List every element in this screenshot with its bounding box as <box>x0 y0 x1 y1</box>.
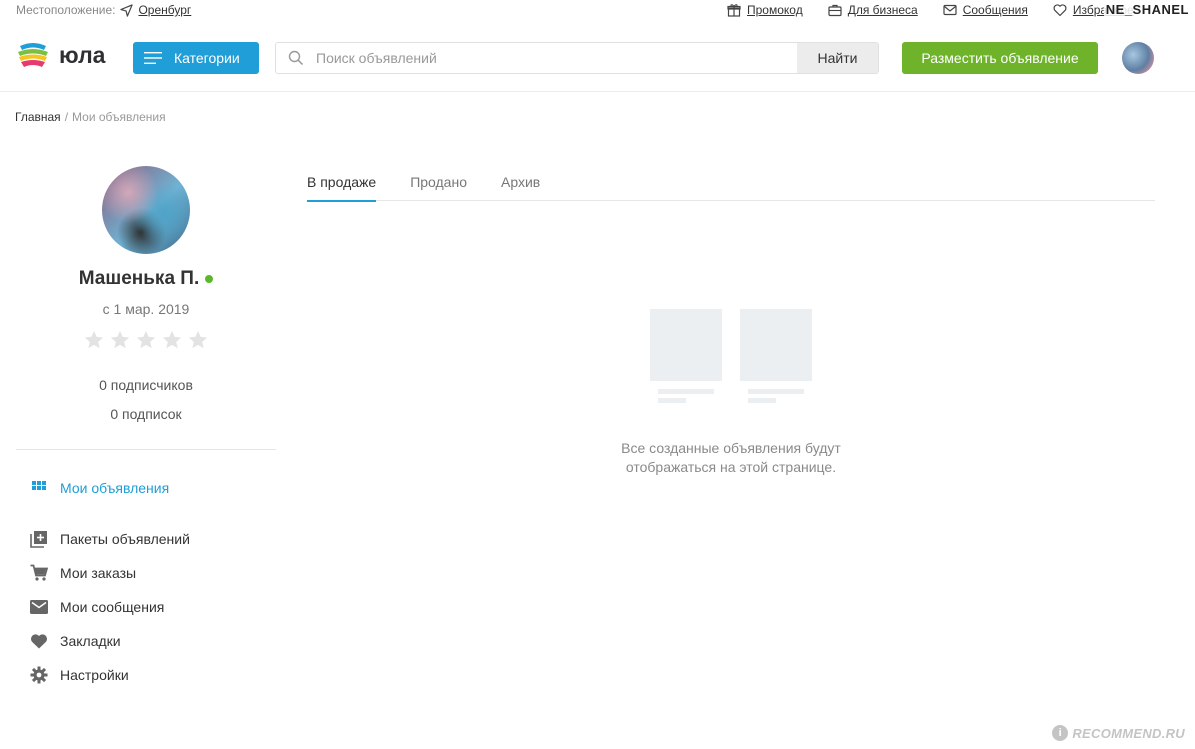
top-links: Промокод Для бизнеса Сообщения Избранное <box>727 3 1159 17</box>
tab-on-sale[interactable]: В продаже <box>307 162 377 202</box>
watermark-recommend: i RECOMMEND.RU <box>1052 725 1185 741</box>
library-add-icon <box>30 530 48 548</box>
sidebar-item-label: Мои объявления <box>60 480 170 496</box>
promo-link[interactable]: Промокод <box>727 3 803 17</box>
ads-tabs: В продаже Продано Архив <box>307 162 1155 202</box>
site-header: юла Категории Найти Разместить объявлени… <box>0 22 1195 92</box>
location-arrow-icon <box>120 3 134 17</box>
location-city-link[interactable]: Оренбург <box>138 3 191 17</box>
star-icon <box>188 330 208 349</box>
empty-state: Все созданные объявления будут отображат… <box>580 309 882 477</box>
watermark-recommend-text: RECOMMEND.RU <box>1072 725 1185 741</box>
envelope-icon <box>943 4 957 16</box>
search-bar: Найти <box>275 42 879 74</box>
menu-icon <box>144 52 162 64</box>
rating-stars <box>16 329 276 351</box>
sidebar-item-label: Закладки <box>60 633 121 649</box>
sidebar-item-label: Мои заказы <box>60 565 137 581</box>
categories-button[interactable]: Категории <box>133 42 259 74</box>
messages-link[interactable]: Сообщения <box>943 3 1028 17</box>
online-status-indicator <box>205 275 214 283</box>
profile-card: Машенька П. с 1 мар. 2019 0 подписчиков … <box>16 166 276 429</box>
empty-placeholder-illustration <box>650 309 812 405</box>
youla-logo-icon <box>18 43 48 67</box>
following-count-link[interactable]: 0 подписок <box>16 400 276 429</box>
recommend-logo-icon: i <box>1052 725 1069 741</box>
location-selector[interactable]: Местоположение: Оренбург <box>16 3 191 17</box>
cart-icon <box>30 564 48 582</box>
profile-avatar[interactable] <box>102 166 190 254</box>
breadcrumb: Главная / Мои объявления <box>15 110 166 124</box>
sidebar-item-label: Настройки <box>60 667 129 683</box>
messages-link-label: Сообщения <box>962 3 1028 17</box>
user-avatar-button[interactable] <box>1122 42 1154 74</box>
logo-text: юла <box>59 41 106 68</box>
search-icon <box>276 50 316 66</box>
top-bar: Местоположение: Оренбург Промокод Для би… <box>0 0 1195 22</box>
post-ad-button[interactable]: Разместить объявление <box>902 42 1098 74</box>
business-link[interactable]: Для бизнеса <box>828 3 918 17</box>
sidebar-item-label: Пакеты объявлений <box>60 531 190 547</box>
location-label: Местоположение: <box>16 3 116 17</box>
tab-archive[interactable]: Архив <box>501 162 540 201</box>
sidebar-item-label: Мои сообщения <box>60 599 165 615</box>
sidebar-item-my-ads[interactable]: Мои объявления <box>30 474 270 502</box>
search-submit-button[interactable]: Найти <box>797 43 878 73</box>
empty-state-line-1: Все созданные объявления будут <box>621 440 841 456</box>
followers-count-link[interactable]: 0 подписчиков <box>16 371 276 400</box>
member-since: с 1 мар. 2019 <box>102 301 190 317</box>
mail-icon <box>30 598 48 616</box>
star-icon <box>110 330 130 349</box>
breadcrumb-separator: / <box>64 110 69 124</box>
gear-icon <box>30 666 48 684</box>
gift-icon <box>727 4 741 17</box>
breadcrumb-current: Мои объявления <box>72 110 166 124</box>
grid-icon <box>30 479 48 497</box>
star-icon <box>136 330 156 349</box>
tab-sold[interactable]: Продано <box>410 162 467 201</box>
business-link-label: Для бизнеса <box>847 3 918 17</box>
heart-icon <box>1053 4 1067 17</box>
search-input[interactable] <box>316 43 797 73</box>
star-icon <box>162 330 182 349</box>
promo-link-label: Промокод <box>747 3 803 17</box>
watermark-username: NE_SHANEL <box>1103 2 1191 17</box>
categories-button-label: Категории <box>174 50 240 66</box>
logo[interactable]: юла <box>16 40 105 70</box>
empty-state-line-2: отображаться на этой странице. <box>625 459 837 475</box>
profile-name-row: Машенька П. <box>16 268 276 290</box>
profile-divider <box>16 449 276 450</box>
breadcrumb-home-link[interactable]: Главная <box>15 110 61 124</box>
briefcase-icon <box>828 4 842 17</box>
sidebar-menu: Мои объявления Пакеты объявлений Мои зак… <box>30 474 270 692</box>
heart-icon <box>30 632 48 650</box>
profile-name: Машенька П. <box>78 268 200 289</box>
empty-state-message: Все созданные объявления будут отображат… <box>580 439 882 477</box>
star-icon <box>84 330 104 349</box>
sidebar-item-settings[interactable]: Настройки <box>30 644 270 692</box>
